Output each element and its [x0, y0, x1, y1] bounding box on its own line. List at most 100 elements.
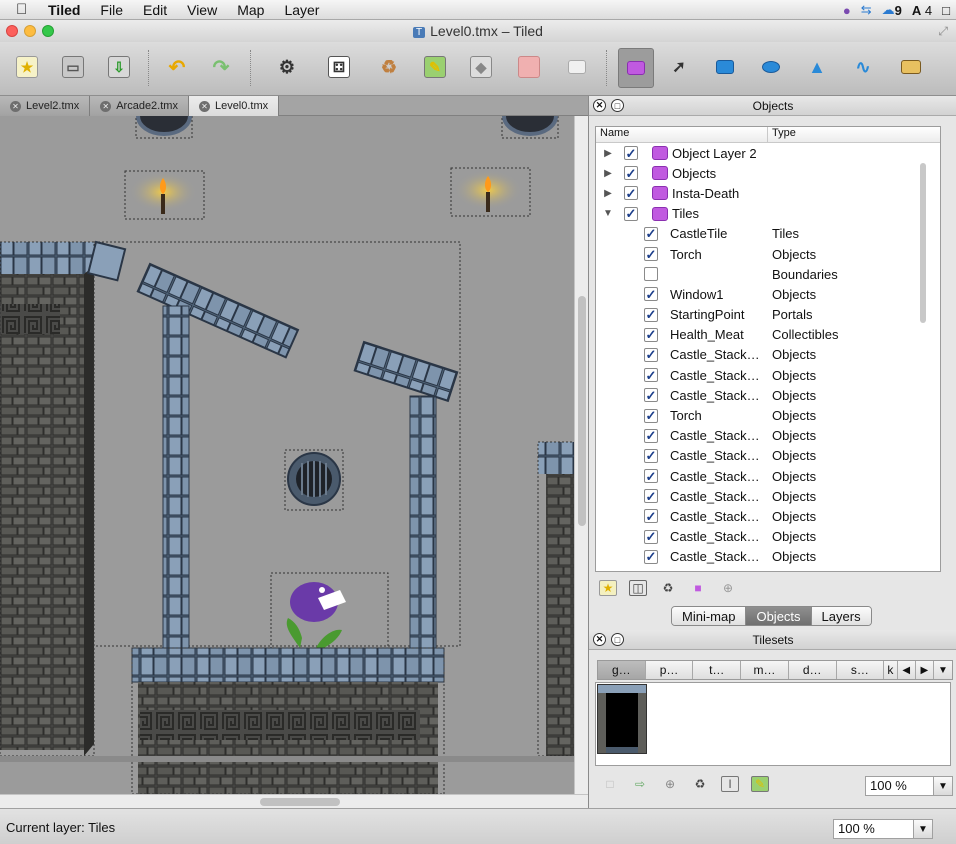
castle-pillar-left[interactable]: [162, 305, 190, 649]
tileset-tab[interactable]: p…: [646, 661, 694, 679]
tileset-view[interactable]: [595, 682, 951, 766]
object-layer-row[interactable]: ▶ ✓ Objects: [596, 163, 940, 183]
objects-tree-scroll-thumb[interactable]: [920, 163, 926, 323]
visibility-checkbox[interactable]: ✓: [644, 428, 658, 443]
menu-app[interactable]: Tiled: [38, 2, 90, 18]
remove-tileset-icon[interactable]: ♻: [691, 776, 709, 792]
eraser-button[interactable]: ▬: [514, 52, 544, 82]
expander-icon[interactable]: ▶: [602, 168, 614, 179]
tileset-tab[interactable]: d…: [789, 661, 837, 679]
object-row[interactable]: ✓ Castle_Stack… Objects: [596, 385, 940, 405]
object-row[interactable]: ✓ CastleTile Tiles: [596, 224, 940, 244]
object-row[interactable]: ✓ StartingPoint Portals: [596, 305, 940, 325]
visibility-checkbox[interactable]: ✓: [644, 347, 658, 362]
notification-center-icon[interactable]: □: [942, 3, 950, 18]
vpn-icon[interactable]: ●: [843, 3, 851, 18]
object-row[interactable]: ✓ Castle_Stack… Objects: [596, 506, 940, 526]
map-canvas[interactable]: [0, 116, 588, 794]
visibility-checkbox[interactable]: ✓: [644, 247, 658, 262]
column-name-header[interactable]: Name: [596, 127, 768, 142]
tileset-tab[interactable]: g…: [598, 661, 646, 679]
vertical-scroll-thumb[interactable]: [578, 296, 586, 526]
object-row[interactable]: ✓ Castle_Stack… Objects: [596, 345, 940, 365]
map-view[interactable]: [0, 116, 588, 794]
visibility-checkbox[interactable]: ✓: [624, 206, 638, 221]
open-button[interactable]: ▭: [58, 52, 88, 82]
expander-icon[interactable]: ▶: [602, 188, 614, 199]
properties-icon[interactable]: I: [721, 776, 739, 792]
tileset-tab[interactable]: t…: [693, 661, 742, 679]
object-layer-row[interactable]: ▶ ✓ Object Layer 2: [596, 143, 940, 163]
object-row[interactable]: ✓ Castle_Stack… Objects: [596, 486, 940, 506]
object-row[interactable]: ✓ Castle_Stack… Objects: [596, 466, 940, 486]
add-object-layer-icon[interactable]: ★: [599, 580, 617, 596]
edit-terrain-icon[interactable]: ✎: [751, 776, 769, 792]
object-layer-row[interactable]: ▼ ✓ Tiles: [596, 204, 940, 224]
object-row[interactable]: ✓ Window1 Objects: [596, 284, 940, 304]
falling-block-left[interactable]: [87, 240, 127, 282]
adobe-icon[interactable]: A 4: [912, 3, 932, 18]
export-tileset-icon[interactable]: ⊕: [661, 776, 679, 792]
map-zoom-input[interactable]: 100 %: [833, 819, 915, 839]
visibility-checkbox[interactable]: ✓: [624, 146, 638, 161]
bucket-fill-button[interactable]: ◆: [466, 52, 496, 82]
object-row[interactable]: ✓ Castle_Stack… Objects: [596, 547, 940, 567]
tab-mini-map[interactable]: Mini-map: [672, 607, 747, 625]
castle-pillar-right[interactable]: [409, 395, 437, 649]
tab-arcade2[interactable]: ✕ Arcade2.tmx: [90, 96, 189, 116]
visibility-checkbox[interactable]: ✓: [644, 388, 658, 403]
move-to-layer-icon[interactable]: ■: [689, 580, 707, 596]
terrain-brush-button[interactable]: ✎: [420, 52, 450, 82]
insert-rectangle-button[interactable]: [710, 52, 740, 82]
horizontal-scroll-thumb[interactable]: [260, 798, 340, 806]
redo-button[interactable]: ↷: [206, 52, 236, 82]
insert-polygon-button[interactable]: ▲: [802, 52, 832, 82]
visibility-checkbox[interactable]: ✓: [644, 549, 658, 564]
dice-button[interactable]: ⚃: [324, 52, 354, 82]
edit-polygons-button[interactable]: ➚: [664, 52, 694, 82]
close-tab-icon[interactable]: ✕: [198, 100, 210, 112]
object-row[interactable]: ✓ Castle_Stack… Objects: [596, 426, 940, 446]
castle-floor-block[interactable]: [131, 647, 445, 794]
tab-layers[interactable]: Layers: [811, 607, 871, 625]
tileset-tab[interactable]: s…: [837, 661, 885, 679]
visibility-checkbox[interactable]: ✓: [624, 186, 638, 201]
vertical-scrollbar[interactable]: [574, 116, 588, 796]
properties-icon[interactable]: ⊕: [719, 580, 737, 596]
objects-tree[interactable]: Name Type ▶ ✓ Object Layer 2 ▶ ✓ Objects ▶ ✓ Ins…: [595, 126, 941, 572]
tab-objects[interactable]: Objects: [746, 607, 812, 625]
apple-menu-icon[interactable]: : [16, 1, 38, 18]
random-mode-button[interactable]: ⚙: [272, 52, 302, 82]
visibility-checkbox[interactable]: ✓: [644, 408, 658, 423]
visibility-checkbox[interactable]: ✓: [644, 307, 658, 322]
visibility-checkbox[interactable]: ✓: [644, 448, 658, 463]
stamp-brush-button[interactable]: ♻: [374, 52, 404, 82]
tileset-zoom-input[interactable]: 100 %: [865, 776, 935, 796]
visibility-checkbox[interactable]: ✓: [644, 469, 658, 484]
object-row[interactable]: Boundaries: [596, 264, 940, 284]
column-type-header[interactable]: Type: [768, 127, 796, 142]
object-row[interactable]: ✓ Castle_Stack… Objects: [596, 527, 940, 547]
expander-icon[interactable]: ▼: [602, 208, 614, 219]
visibility-checkbox[interactable]: ✓: [624, 166, 638, 181]
tileset-menu-icon[interactable]: ▼: [934, 661, 952, 679]
object-row[interactable]: ✓ Castle_Stack… Objects: [596, 365, 940, 385]
visibility-checkbox[interactable]: ✓: [644, 509, 658, 524]
visibility-checkbox[interactable]: ✓: [644, 368, 658, 383]
tileset-tab[interactable]: m…: [741, 661, 789, 679]
insert-ellipse-button[interactable]: [756, 52, 786, 82]
map-zoom-dropdown-icon[interactable]: ▼: [913, 819, 933, 839]
tileset-zoom-dropdown-icon[interactable]: ▼: [933, 776, 953, 796]
close-tab-icon[interactable]: ✕: [100, 100, 112, 112]
new-map-button[interactable]: ★: [12, 52, 42, 82]
scroll-left-icon[interactable]: ◀: [898, 661, 916, 679]
object-row[interactable]: ✓ Health_Meat Collectibles: [596, 325, 940, 345]
delete-icon[interactable]: ♻: [659, 580, 677, 596]
insert-polyline-button[interactable]: ∿: [848, 52, 878, 82]
scroll-right-icon[interactable]: ▶: [916, 661, 934, 679]
fullscreen-icon[interactable]: ⤢: [938, 24, 948, 39]
visibility-checkbox[interactable]: ✓: [644, 489, 658, 504]
menu-view[interactable]: View: [177, 2, 227, 18]
menu-map[interactable]: Map: [227, 2, 274, 18]
horizontal-scrollbar[interactable]: [0, 794, 588, 808]
